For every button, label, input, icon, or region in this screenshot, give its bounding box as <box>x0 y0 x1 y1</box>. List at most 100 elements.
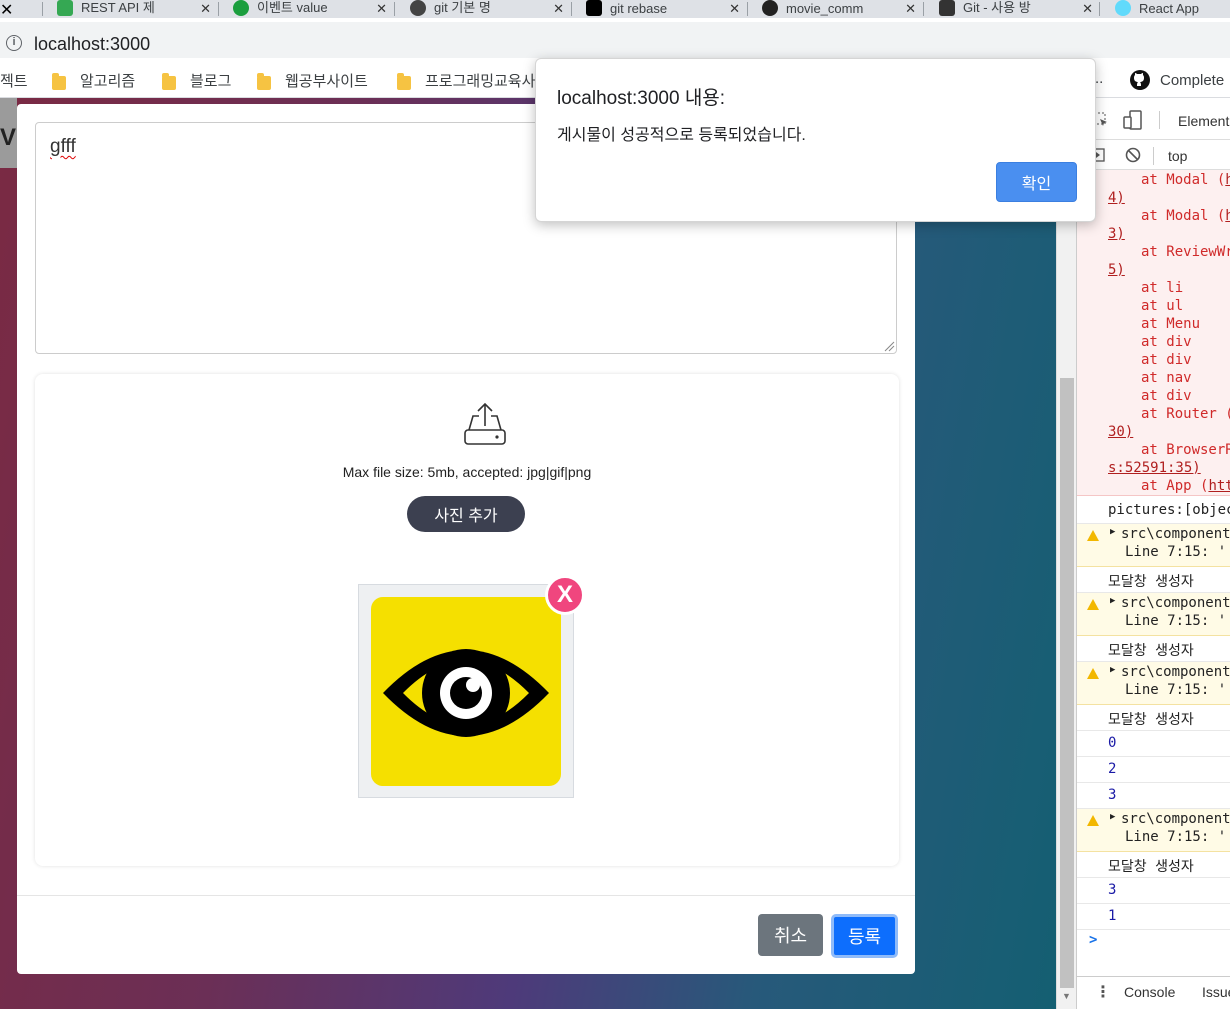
alert-dialog: localhost:3000 내용: 게시물이 성공적으로 등록되었습니다. 확… <box>535 58 1096 222</box>
bookmark-item[interactable]: .. <box>1095 70 1103 87</box>
browser-tab[interactable]: Git - 사용 방 ✕ <box>939 0 1099 18</box>
warning-icon <box>1087 530 1099 541</box>
stack-line: s:52591:35) <box>1108 460 1201 476</box>
stack-line: 30) <box>1108 424 1134 440</box>
devtools-drawer-tabs: ⋮ Console Issue <box>1077 976 1230 1009</box>
bookmark-label: 블로그 <box>190 73 232 90</box>
clear-console-icon[interactable] <box>1125 147 1141 163</box>
stack-line: at Modal (h <box>1141 208 1230 224</box>
console-warning[interactable]: ▶ src\component Line 7:15: ' <box>1077 593 1230 636</box>
device-toolbar-icon[interactable] <box>1123 110 1143 130</box>
stack-line: 4) <box>1108 190 1125 206</box>
tab-close-icon[interactable]: ✕ <box>376 1 387 17</box>
url-field[interactable]: i localhost:3000 <box>0 22 1230 58</box>
alert-title: localhost:3000 내용: <box>557 88 726 109</box>
stack-line: at ul <box>1141 298 1184 314</box>
console-number: 3 <box>1077 878 1230 904</box>
browser-tab-strip: ✕ REST API 제 ✕ 이벤트 value ✕ git 기본 명 ✕ gi… <box>0 0 1230 18</box>
bookmark-item[interactable]: Complete <box>1130 70 1224 90</box>
remove-image-button[interactable]: X <box>545 575 585 615</box>
scrollbar-thumb[interactable] <box>1060 378 1074 988</box>
folder-icon <box>257 72 271 90</box>
add-photo-button[interactable]: 사진 추가 <box>407 496 525 532</box>
warning-icon <box>1087 668 1099 679</box>
bookmark-folder[interactable]: 프로그래밍교육사 <box>397 70 535 91</box>
tab-close-icon[interactable]: ✕ <box>1082 1 1093 17</box>
console-log-line: 모달창 생성자 <box>1077 705 1230 731</box>
textarea-value: gfff <box>50 136 76 157</box>
resize-handle-icon[interactable] <box>883 340 895 352</box>
tab-label: React App <box>1139 1 1199 16</box>
bookmark-folder[interactable]: 웹공부사이트 <box>257 70 368 91</box>
background-header: V <box>0 98 17 168</box>
header-letter: V <box>0 124 17 151</box>
browser-tab-active[interactable]: React App <box>1115 0 1230 18</box>
eye-icon <box>383 649 549 737</box>
stack-line: at App (htt <box>1141 478 1230 494</box>
tab-close-icon[interactable]: ✕ <box>0 2 13 18</box>
tab-elements[interactable]: Element <box>1178 113 1229 129</box>
tab-console[interactable]: Console <box>1124 984 1175 1000</box>
tab-close-icon[interactable]: ✕ <box>905 1 916 17</box>
browser-tab[interactable]: git 기본 명 ✕ <box>410 0 570 18</box>
bookmark-folder[interactable]: 알고리즘 <box>52 70 135 91</box>
tab-favicon-icon <box>233 0 249 16</box>
console-warning[interactable]: ▶ src\component Line 7:15: ' <box>1077 524 1230 567</box>
file-size-info: Max file size: 5mb, accepted: jpg|gif|pn… <box>342 464 592 480</box>
browser-tab[interactable]: REST API 제 ✕ <box>57 0 217 18</box>
tab-close-icon[interactable]: ✕ <box>553 1 564 17</box>
tab-favicon-icon <box>57 0 73 16</box>
tab-close-icon[interactable]: ✕ <box>200 1 211 17</box>
browser-tab[interactable]: git rebase ✕ <box>586 0 746 18</box>
bookmark-item[interactable]: 젝트 <box>0 70 28 91</box>
tab-close-icon[interactable]: ✕ <box>729 1 740 17</box>
page-scrollbar[interactable]: ▼ <box>1056 98 1076 1009</box>
folder-icon <box>162 72 176 90</box>
console-warning[interactable]: ▶ src\component Line 7:15: ' <box>1077 809 1230 852</box>
upload-icon <box>464 402 506 445</box>
bookmark-label: 프로그래밍교육사 <box>425 73 536 90</box>
console-number: 1 <box>1077 904 1230 930</box>
console-log-line: 모달창 생성자 <box>1077 567 1230 593</box>
console-prompt[interactable]: > <box>1077 930 1230 956</box>
scroll-down-icon[interactable]: ▼ <box>1062 991 1071 1001</box>
cancel-button[interactable]: 취소 <box>758 914 823 956</box>
context-select[interactable]: top <box>1168 148 1187 164</box>
address-bar: i localhost:3000 <box>0 18 1230 62</box>
tab-label: git 기본 명 <box>434 0 491 15</box>
tab-label: REST API 제 <box>81 0 155 15</box>
browser-tab[interactable]: 이벤트 value ✕ <box>233 0 393 18</box>
folder-icon <box>397 72 411 90</box>
tab-label: git rebase <box>610 1 668 16</box>
bookmark-label: 알고리즘 <box>80 73 136 90</box>
more-icon[interactable]: ⋮ <box>1095 982 1111 1002</box>
tab-issues[interactable]: Issue <box>1202 984 1230 1000</box>
stack-line: at li <box>1141 280 1184 296</box>
github-icon <box>1130 70 1150 90</box>
image-dropzone[interactable]: Max file size: 5mb, accepted: jpg|gif|pn… <box>35 374 899 866</box>
image-preview <box>358 584 574 798</box>
devtools-panel: Element top at Modal (h 4) at Modal (h 3… <box>1076 98 1230 1009</box>
stack-line: at Modal (h <box>1141 172 1230 188</box>
console-warning[interactable]: ▶ src\component Line 7:15: ' <box>1077 662 1230 705</box>
tab-label: 이벤트 value <box>257 0 328 15</box>
console-error-block: at Modal (h 4) at Modal (h 3) at ReviewW… <box>1077 170 1230 496</box>
submit-button[interactable]: 등록 <box>831 914 898 958</box>
stack-line: at Menu <box>1141 316 1201 332</box>
browser-tab[interactable]: movie_comm ✕ <box>762 0 922 18</box>
bookmark-folder[interactable]: 블로그 <box>162 70 231 91</box>
console-number: 2 <box>1077 757 1230 783</box>
stack-line: at nav <box>1141 370 1192 386</box>
folder-icon <box>52 72 66 90</box>
tab-favicon-icon <box>939 0 955 16</box>
warning-icon <box>1087 599 1099 610</box>
console-number: 3 <box>1077 783 1230 809</box>
info-icon[interactable]: i <box>6 35 22 51</box>
url-text: localhost:3000 <box>34 34 151 54</box>
tab-favicon-icon <box>762 0 778 16</box>
bookmark-label: 젝트 <box>0 73 28 90</box>
warning-icon <box>1087 815 1099 826</box>
console-number: 0 <box>1077 731 1230 757</box>
tab-favicon-icon <box>1115 0 1131 16</box>
alert-ok-button[interactable]: 확인 <box>996 162 1077 202</box>
